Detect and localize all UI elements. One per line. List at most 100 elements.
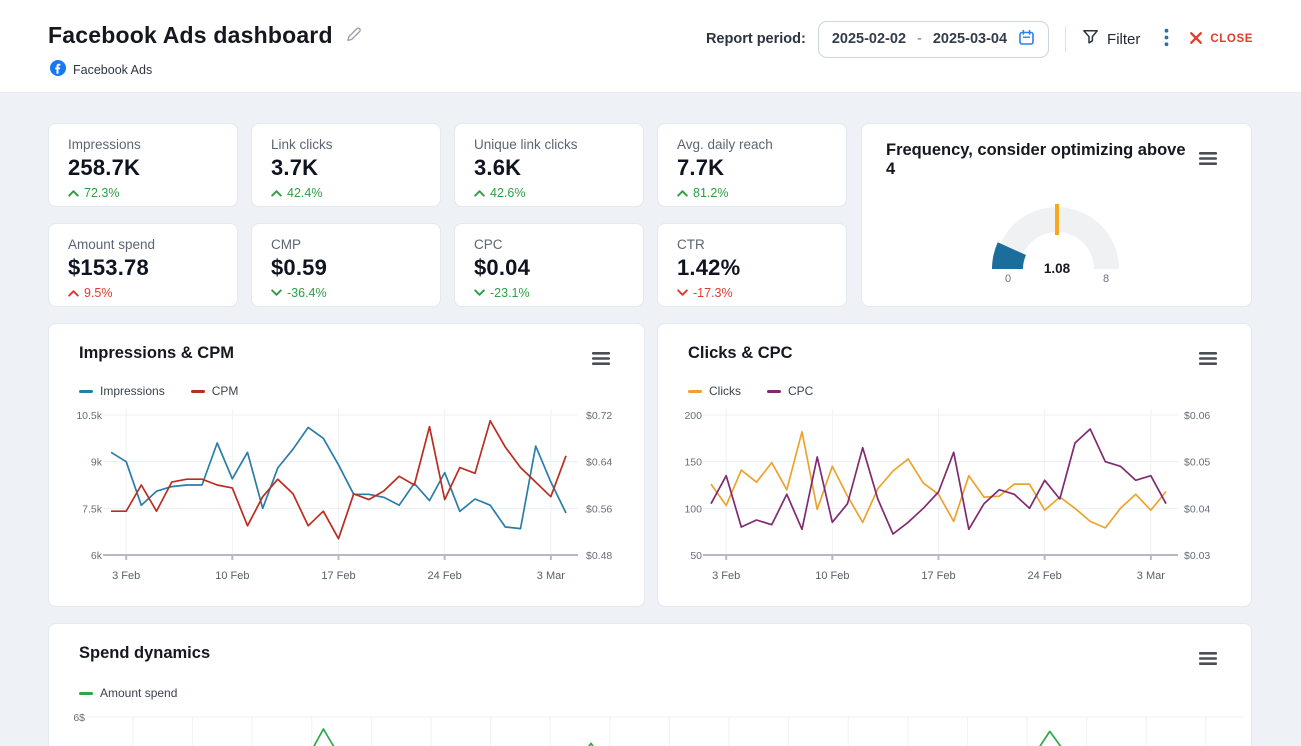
svg-text:$0.56: $0.56 [586,503,612,515]
svg-text:$0.04: $0.04 [1184,503,1210,515]
kpi-label: CPC [474,237,624,252]
date-to[interactable]: 2025-03-04 [933,31,1007,47]
kpi-delta: 81.2% [693,186,728,200]
chart-title: Impressions & CPM [79,344,234,363]
kpi-card-impressions: Impressions 258.7K 72.3% [48,123,238,207]
kpi-value: 258.7K [68,155,218,181]
legend-label: CPM [212,384,239,398]
kpi-delta: 42.6% [490,186,525,200]
svg-text:10 Feb: 10 Feb [215,570,249,582]
kpi-card-cpc: CPC $0.04 -23.1% [454,223,644,307]
kpi-label: Avg. daily reach [677,137,827,152]
kpi-delta: -17.3% [693,286,733,300]
close-icon [1189,31,1203,48]
svg-text:1.08: 1.08 [1043,261,1070,276]
svg-text:17 Feb: 17 Feb [321,570,355,582]
svg-text:7.5k: 7.5k [82,503,103,515]
svg-text:8: 8 [1102,273,1108,285]
calendar-icon[interactable] [1018,29,1035,50]
filter-button[interactable]: Filter [1082,29,1140,49]
kpi-label: Amount spend [68,237,218,252]
legend-label: Clicks [709,384,741,398]
report-period-label: Report period: [706,31,806,47]
svg-text:6k: 6k [91,550,103,562]
svg-text:10 Feb: 10 Feb [815,570,849,582]
trend-arrow-icon [474,286,485,300]
svg-text:$0.48: $0.48 [586,550,612,562]
facebook-icon [50,60,66,79]
impressions-cpm-chart: 10.5k9k7.5k6k$0.72$0.64$0.56$0.483 Feb10… [63,402,638,597]
legend-label: CPC [788,384,813,398]
date-separator: - [917,31,922,47]
date-from[interactable]: 2025-02-02 [832,31,906,47]
svg-text:200: 200 [684,410,702,422]
kpi-delta: 72.3% [84,186,119,200]
kpi-grid: Impressions 258.7K 72.3% Link clicks 3.7… [48,123,847,307]
divider [1065,26,1066,52]
legend-label: Impressions [100,384,165,398]
trend-arrow-icon [271,286,282,300]
kpi-label: Link clicks [271,137,421,152]
kpi-card-unique-link-clicks: Unique link clicks 3.6K 42.6% [454,123,644,207]
card-menu-button[interactable] [1197,350,1219,370]
impressions-cpm-card: Impressions & CPM Impressions CPM 10.5k9… [48,323,645,607]
svg-text:3 Mar: 3 Mar [1137,570,1165,582]
filter-icon [1082,29,1099,49]
svg-text:9k: 9k [91,457,103,469]
chart-legend: Impressions CPM [79,384,238,398]
trend-arrow-icon [68,186,79,200]
svg-text:3 Feb: 3 Feb [712,570,740,582]
close-label: CLOSE [1210,33,1253,45]
svg-text:3 Feb: 3 Feb [112,570,140,582]
kpi-card-cmp: CMP $0.59 -36.4% [251,223,441,307]
kpi-value: 7.7K [677,155,827,181]
svg-text:24 Feb: 24 Feb [1028,570,1062,582]
source-label: Facebook Ads [73,63,152,77]
svg-text:3 Mar: 3 Mar [537,570,565,582]
trend-arrow-icon [68,286,79,300]
trend-arrow-icon [677,286,688,300]
svg-text:$0.06: $0.06 [1184,410,1210,422]
frequency-gauge-card: Frequency, consider optimizing above 4 0… [861,123,1252,307]
trend-arrow-icon [474,186,485,200]
trend-arrow-icon [271,186,282,200]
spend-dynamics-card: Spend dynamics Amount spend 6$ [48,623,1252,746]
kpi-card-ctr: CTR 1.42% -17.3% [657,223,847,307]
kpi-delta: -23.1% [490,286,530,300]
svg-text:100: 100 [684,503,702,515]
kpi-delta: -36.4% [287,286,327,300]
date-range-picker[interactable]: 2025-02-02 - 2025-03-04 [818,21,1049,58]
kpi-value: $0.59 [271,255,421,281]
edit-title-icon[interactable] [344,25,363,49]
kpi-label: Unique link clicks [474,137,624,152]
gauge-title: Frequency, consider optimizing above 4 [886,141,1186,180]
svg-text:6$: 6$ [73,712,85,724]
svg-text:$0.05: $0.05 [1184,457,1210,469]
legend-item[interactable]: Impressions [79,384,165,398]
legend-item[interactable]: Clicks [688,384,741,398]
kebab-icon [1164,35,1169,50]
more-options-button[interactable] [1158,24,1175,54]
chart-title: Spend dynamics [79,644,210,663]
svg-text:$0.64: $0.64 [586,457,612,469]
chart-title: Clicks & CPC [688,344,793,363]
card-menu-button[interactable] [1197,650,1219,670]
legend-swatch [79,692,93,695]
legend-item[interactable]: CPM [191,384,239,398]
card-menu-button[interactable] [1197,150,1219,170]
close-button[interactable]: CLOSE [1189,31,1253,48]
data-source: Facebook Ads [50,60,152,79]
kpi-value: $0.04 [474,255,624,281]
legend-item[interactable]: Amount spend [79,686,177,700]
chart-legend: Clicks CPC [688,384,813,398]
legend-swatch [191,390,205,393]
legend-item[interactable]: CPC [767,384,813,398]
kpi-card-avg-daily-reach: Avg. daily reach 7.7K 81.2% [657,123,847,207]
kpi-value: 1.42% [677,255,827,281]
kpi-value: 3.7K [271,155,421,181]
card-menu-button[interactable] [590,350,612,370]
svg-text:24 Feb: 24 Feb [428,570,462,582]
svg-text:150: 150 [684,457,702,469]
spend-dynamics-chart: 6$ [63,710,1243,746]
legend-label: Amount spend [100,686,177,700]
